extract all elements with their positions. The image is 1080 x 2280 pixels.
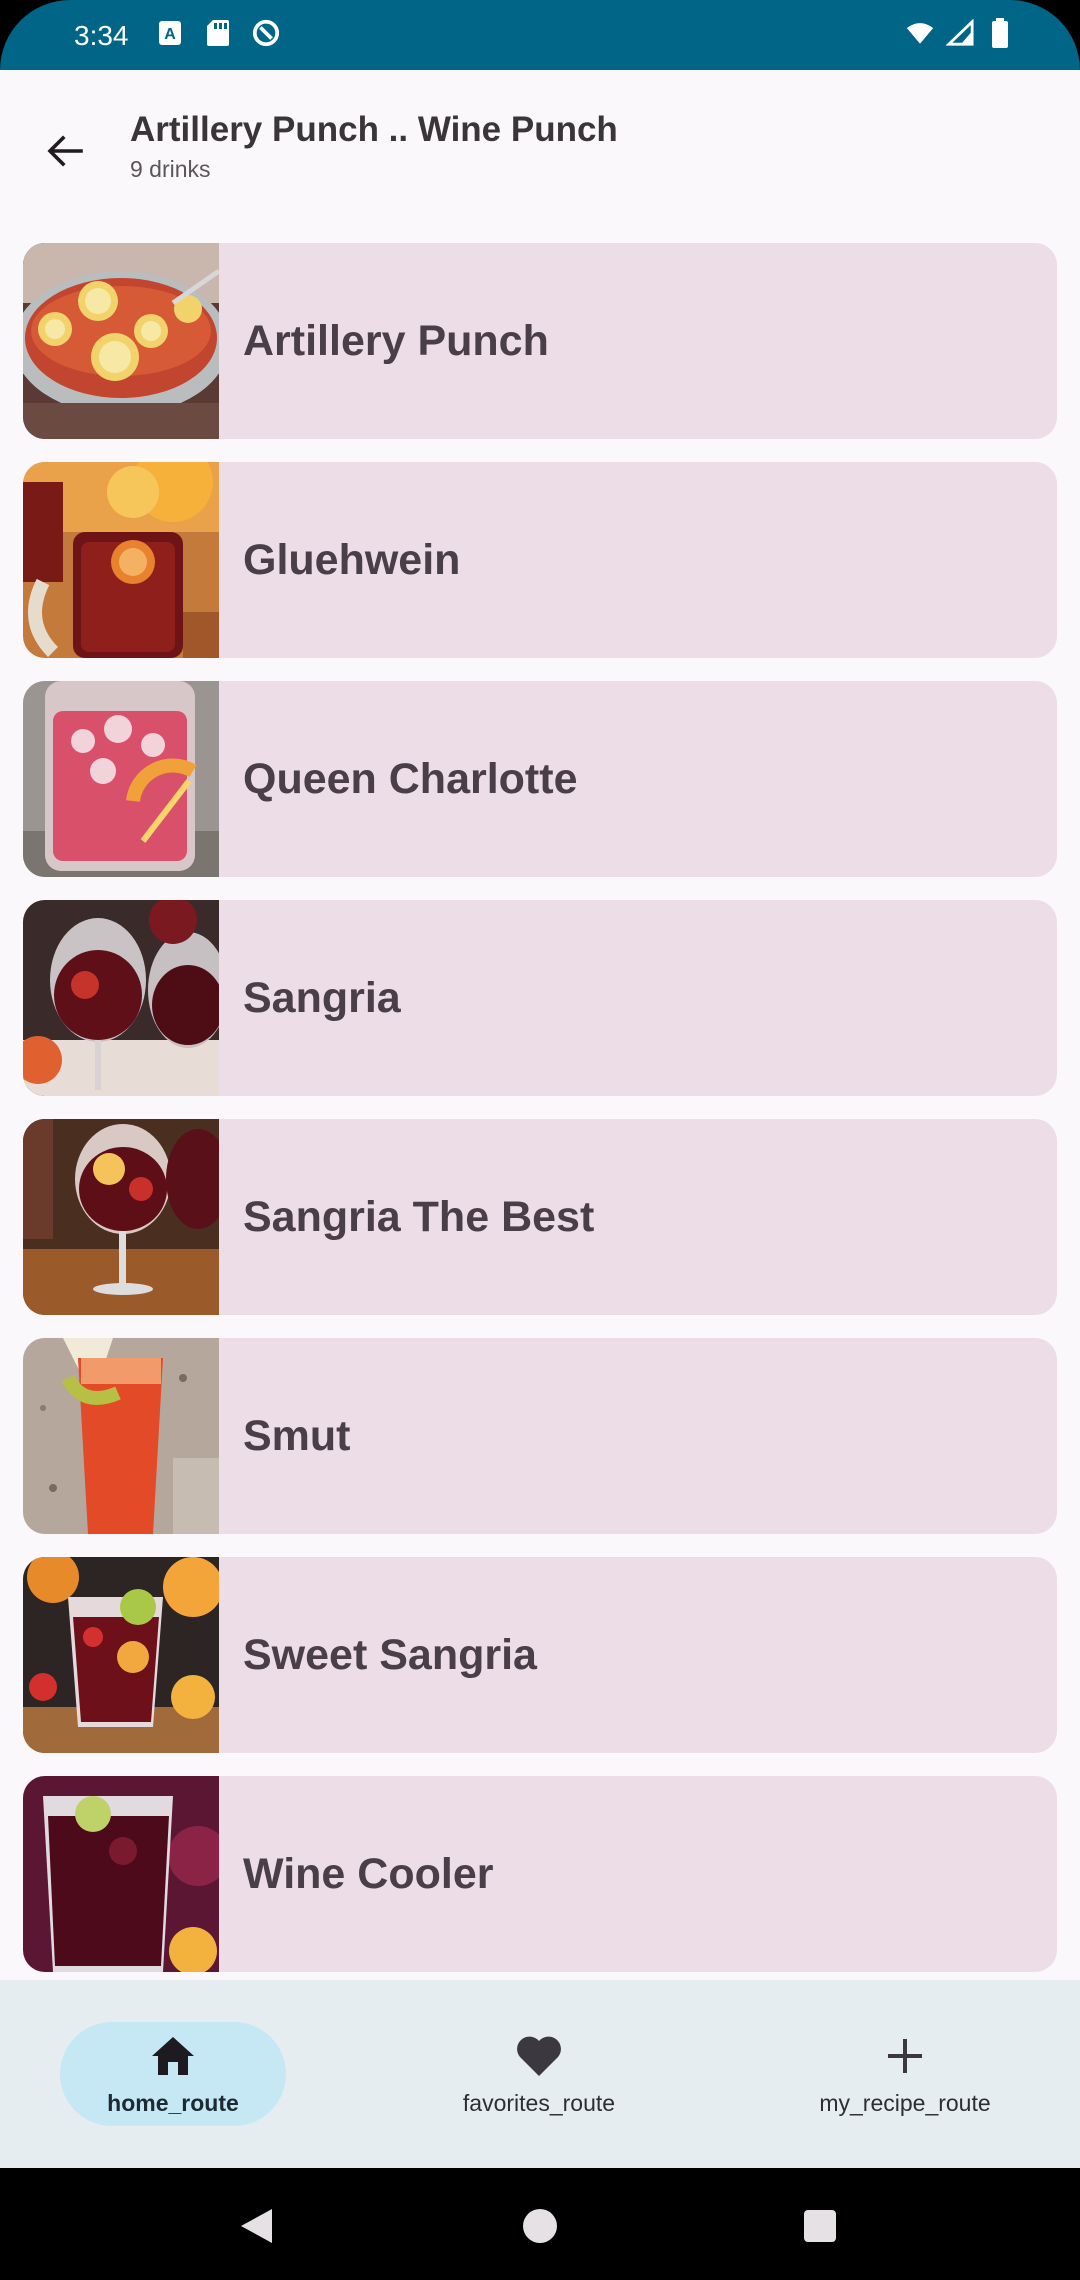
drink-image bbox=[23, 681, 219, 877]
back-button[interactable] bbox=[30, 116, 100, 186]
back-nav-button[interactable] bbox=[236, 2206, 276, 2246]
drink-image bbox=[23, 462, 219, 658]
drink-card[interactable]: Queen Charlotte bbox=[23, 681, 1057, 877]
sd-card-icon bbox=[204, 18, 232, 48]
nav-label: favorites_route bbox=[462, 2090, 616, 2116]
font-icon: A bbox=[156, 18, 184, 48]
drink-card[interactable]: Wine Cooler bbox=[23, 1776, 1057, 1972]
drink-card[interactable]: Artillery Punch bbox=[23, 243, 1057, 439]
status-time: 3:34 bbox=[74, 20, 129, 51]
signal-icon bbox=[946, 18, 974, 48]
drink-name: Gluehwein bbox=[243, 535, 461, 584]
at-sign-icon bbox=[252, 18, 280, 48]
drink-name: Sweet Sangria bbox=[243, 1630, 537, 1679]
drink-image bbox=[23, 900, 219, 1096]
drink-image bbox=[23, 243, 219, 439]
drink-count: 9 drinks bbox=[130, 156, 211, 182]
square-recents-icon bbox=[804, 2210, 836, 2242]
app-screen: Artillery Punch .. Wine Punch 9 drinks A… bbox=[0, 70, 1080, 2168]
nav-item-favorites[interactable]: favorites_route bbox=[426, 1980, 652, 2168]
drink-card[interactable]: Sangria The Best bbox=[23, 1119, 1057, 1315]
drink-name: Sangria The Best bbox=[243, 1192, 595, 1241]
nav-label: home_route bbox=[107, 2090, 239, 2116]
drink-name: Wine Cooler bbox=[243, 1849, 494, 1898]
drink-card[interactable]: Gluehwein bbox=[23, 462, 1057, 658]
status-bar: 3:34 A bbox=[0, 0, 1080, 70]
drink-name: Queen Charlotte bbox=[243, 754, 578, 803]
nav-item-home[interactable]: home_route bbox=[60, 1980, 286, 2168]
recents-nav-button[interactable] bbox=[800, 2206, 840, 2246]
battery-icon bbox=[986, 18, 1014, 48]
drink-name: Smut bbox=[243, 1411, 351, 1460]
arrow-left-icon bbox=[47, 135, 83, 167]
drink-image bbox=[23, 1119, 219, 1315]
drink-image bbox=[23, 1338, 219, 1534]
device-frame: 3:34 A Artillery Punch .. Wine Punch 9 d… bbox=[0, 0, 1080, 2280]
triangle-back-icon bbox=[241, 2209, 272, 2243]
bottom-navigation: home_route favorites_route my_recipe_rou… bbox=[0, 1980, 1080, 2168]
top-app-bar: Artillery Punch .. Wine Punch 9 drinks bbox=[0, 70, 1080, 220]
plus-icon bbox=[881, 2032, 929, 2080]
drink-image bbox=[23, 1557, 219, 1753]
drink-list[interactable]: Artillery Punch Gluehwein Queen Charlott… bbox=[0, 243, 1080, 2028]
page-title: Artillery Punch .. Wine Punch bbox=[130, 110, 618, 149]
svg-text:A: A bbox=[164, 26, 176, 43]
drink-card[interactable]: Smut bbox=[23, 1338, 1057, 1534]
drink-card[interactable]: Sangria bbox=[23, 900, 1057, 1096]
nav-label: my_recipe_route bbox=[819, 2090, 991, 2116]
drink-name: Artillery Punch bbox=[243, 316, 549, 365]
home-icon bbox=[149, 2032, 197, 2080]
drink-name: Sangria bbox=[243, 973, 401, 1022]
circle-home-icon bbox=[523, 2209, 557, 2243]
home-nav-button[interactable] bbox=[520, 2206, 560, 2246]
nav-item-my-recipe[interactable]: my_recipe_route bbox=[792, 1980, 1018, 2168]
drink-card[interactable]: Sweet Sangria bbox=[23, 1557, 1057, 1753]
drink-image bbox=[23, 1776, 219, 1972]
wifi-icon bbox=[906, 18, 934, 48]
system-navigation-bar bbox=[0, 2168, 1080, 2280]
heart-icon bbox=[515, 2032, 563, 2080]
